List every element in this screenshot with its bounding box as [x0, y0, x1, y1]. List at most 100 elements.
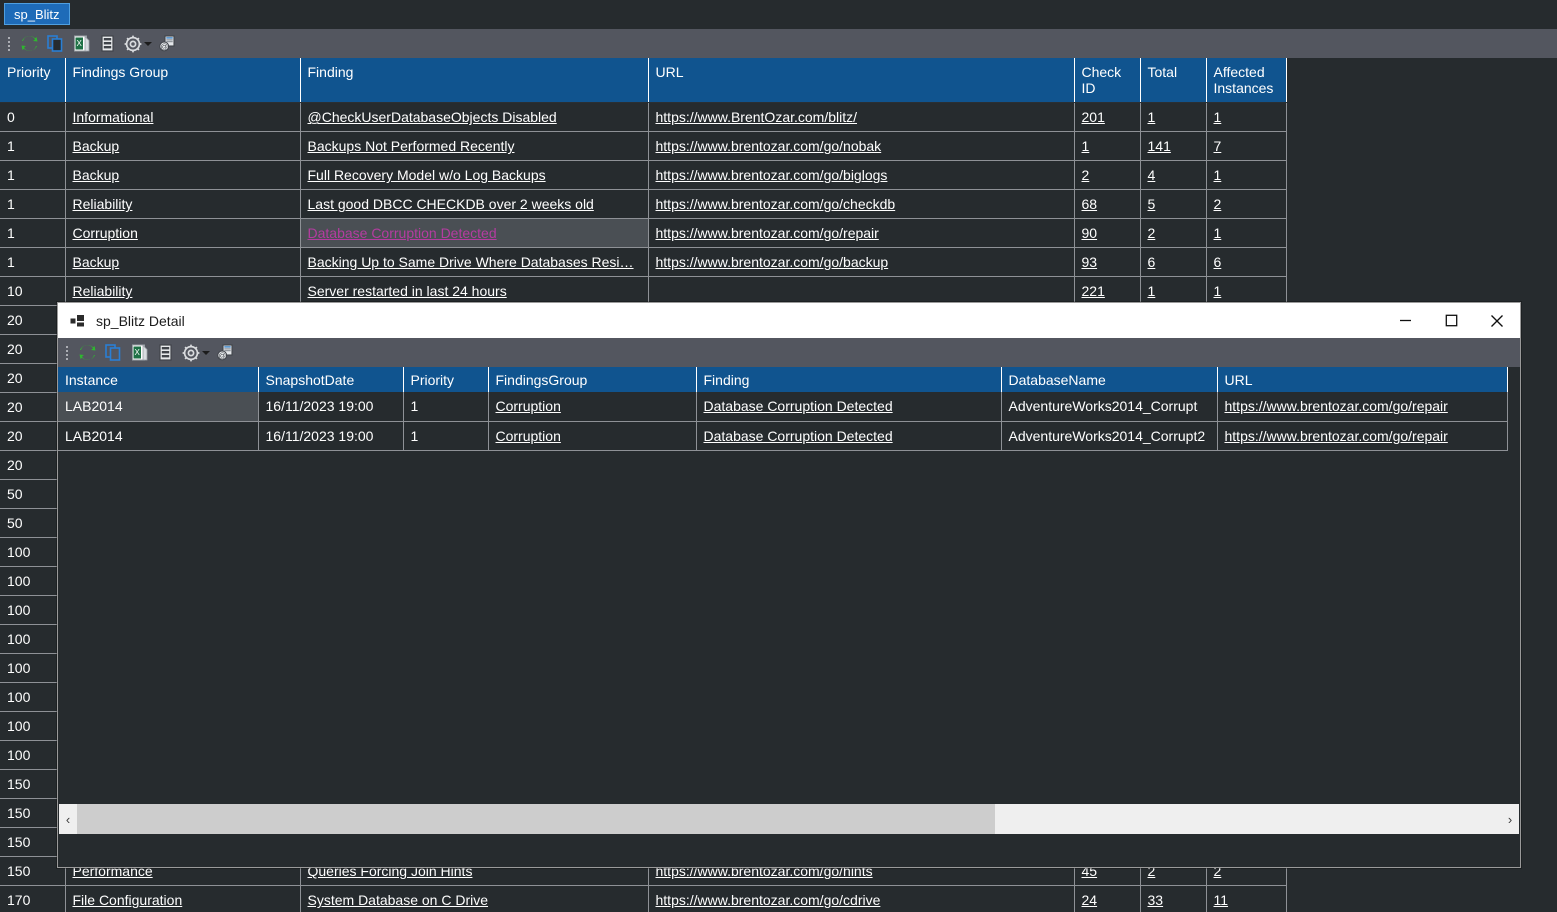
table-row[interactable]: 1 Backup Full Recovery Model w/o Log Backu… [0, 161, 1286, 190]
cell-url[interactable]: https://www.brentozar.com/go/nobak [648, 132, 1074, 161]
cell-priority[interactable]: 100 [0, 683, 65, 712]
cell-affected-instances[interactable]: 1 [1206, 103, 1286, 132]
detail-cell-finding-link[interactable]: Database Corruption Detected [704, 428, 893, 444]
cell-priority[interactable]: 20 [0, 364, 65, 393]
cell-check-id[interactable]: 2 [1074, 161, 1140, 190]
cell-priority[interactable]: 20 [0, 306, 65, 335]
detail-table-row[interactable]: LAB201416/11/2023 19:001CorruptionDataba… [58, 421, 1507, 450]
detail-cell-url-link[interactable]: https://www.brentozar.com/go/repair [1225, 398, 1448, 414]
cell-total-link[interactable]: 6 [1148, 254, 1156, 270]
cell-findings-group[interactable]: Reliability [65, 190, 300, 219]
detail-cell-finding[interactable]: Database Corruption Detected [696, 421, 1001, 450]
cell-findings-group-link[interactable]: Reliability [73, 196, 133, 212]
tab-sp-blitz[interactable]: sp_Blitz [4, 3, 70, 25]
cell-findings-group-link[interactable]: Informational [73, 109, 154, 125]
detail-cell-findings-group[interactable]: Corruption [488, 392, 696, 421]
cell-finding[interactable]: Backing Up to Same Drive Where Databases… [300, 248, 648, 277]
dialog-settings-gear-icon[interactable] [178, 341, 204, 365]
detail-column-header-instance[interactable]: Instance [58, 367, 258, 392]
cell-check-id-link[interactable]: 90 [1082, 225, 1098, 241]
cell-priority[interactable]: 50 [0, 480, 65, 509]
cell-total-link[interactable]: 4 [1148, 167, 1156, 183]
detail-cell-url[interactable]: https://www.brentozar.com/go/repair [1217, 421, 1507, 450]
dialog-email-report-icon[interactable]: @ [212, 341, 238, 365]
cell-url[interactable]: https://www.BrentOzar.com/blitz/ [648, 103, 1074, 132]
cell-url-link[interactable]: https://www.brentozar.com/go/nobak [656, 138, 882, 154]
cell-total[interactable]: 1 [1140, 103, 1206, 132]
cell-finding-link[interactable]: @CheckUserDatabaseObjects Disabled [308, 109, 557, 125]
cell-priority[interactable]: 150 [0, 770, 65, 799]
export-excel-icon[interactable]: X [68, 32, 94, 56]
cell-affected-instances-link[interactable]: 1 [1214, 109, 1222, 125]
cell-priority[interactable]: 0 [0, 103, 65, 132]
minimize-button[interactable] [1382, 303, 1428, 338]
cell-finding[interactable]: Full Recovery Model w/o Log Backups [300, 161, 648, 190]
horizontal-scrollbar[interactable]: ‹ › [59, 804, 1519, 834]
cell-priority[interactable]: 20 [0, 393, 65, 422]
sp-blitz-detail-dialog[interactable]: sp_Blitz Detail [57, 302, 1521, 868]
cell-priority[interactable]: 100 [0, 712, 65, 741]
detail-cell-instance[interactable]: LAB2014 [58, 392, 258, 421]
cell-url-link[interactable]: https://www.brentozar.com/go/checkdb [656, 196, 896, 212]
settings-gear-icon[interactable] [120, 32, 146, 56]
cell-total-link[interactable]: 1 [1148, 283, 1156, 299]
cell-findings-group[interactable]: Corruption [65, 219, 300, 248]
cell-affected-instances-link[interactable]: 6 [1214, 254, 1222, 270]
detail-cell-url[interactable]: https://www.brentozar.com/go/repair [1217, 392, 1507, 421]
table-row[interactable]: 170File ConfigurationSystem Database on … [0, 886, 1286, 912]
cell-total[interactable]: 141 [1140, 132, 1206, 161]
detail-cell-findings-group-link[interactable]: Corruption [496, 428, 561, 444]
cell-affected-instances-link[interactable]: 2 [1214, 196, 1222, 212]
cell-check-id[interactable]: 68 [1074, 190, 1140, 219]
cell-findings-group-link[interactable]: Backup [73, 138, 120, 154]
cell-url-link[interactable]: https://www.brentozar.com/go/repair [656, 225, 879, 241]
cell-priority[interactable]: 10 [0, 277, 65, 306]
detail-column-header-url[interactable]: URL [1217, 367, 1507, 392]
cell-total[interactable]: 2 [1140, 219, 1206, 248]
cell-affected-instances-link[interactable]: 11 [1214, 892, 1229, 908]
cell-affected-instances[interactable]: 7 [1206, 132, 1286, 161]
cell-check-id[interactable]: 24 [1074, 886, 1140, 912]
cell-findings-group[interactable]: Informational [65, 103, 300, 132]
cell-url[interactable]: https://www.brentozar.com/go/cdrive [648, 886, 1074, 912]
table-row[interactable]: 1 Backup Backups Not Performed Recently htt… [0, 132, 1286, 161]
scrollbar-track[interactable] [77, 804, 1501, 834]
cell-priority[interactable]: 150 [0, 828, 65, 857]
detail-cell-findings-group-link[interactable]: Corruption [496, 398, 561, 414]
cell-url-link[interactable]: https://www.brentozar.com/go/cdrive [656, 892, 881, 908]
cell-check-id[interactable]: 1 [1074, 132, 1140, 161]
cell-finding-link[interactable]: System Database on C Drive [308, 892, 489, 908]
cell-priority[interactable]: 170 [0, 886, 65, 912]
cell-check-id[interactable]: 93 [1074, 248, 1140, 277]
toolbar-drag-grip[interactable] [4, 35, 13, 53]
cell-check-id[interactable]: 90 [1074, 219, 1140, 248]
cell-total-link[interactable]: 1 [1148, 109, 1156, 125]
cell-priority[interactable]: 1 [0, 248, 65, 277]
cell-check-id-link[interactable]: 201 [1082, 109, 1105, 125]
cell-finding-link[interactable]: Backups Not Performed Recently [308, 138, 515, 154]
detail-table-row[interactable]: LAB201416/11/2023 19:001CorruptionDataba… [58, 392, 1507, 421]
cell-affected-instances-link[interactable]: 7 [1214, 138, 1222, 154]
columns-icon[interactable] [94, 32, 120, 56]
detail-cell-findings-group[interactable]: Corruption [488, 421, 696, 450]
detail-cell-snapshot[interactable]: 16/11/2023 19:00 [258, 421, 403, 450]
cell-total-link[interactable]: 33 [1148, 892, 1164, 908]
cell-priority[interactable]: 100 [0, 741, 65, 770]
cell-findings-group-link[interactable]: Backup [73, 167, 120, 183]
detail-grid[interactable]: Instance SnapshotDate Priority FindingsG… [58, 367, 1520, 835]
dialog-title-bar[interactable]: sp_Blitz Detail [58, 303, 1520, 338]
table-row[interactable]: 0 Informational @CheckUserDatabaseObjects … [0, 103, 1286, 132]
cell-finding[interactable]: Last good DBCC CHECKDB over 2 weeks old [300, 190, 648, 219]
cell-priority[interactable]: 1 [0, 190, 65, 219]
cell-affected-instances[interactable]: 1 [1206, 161, 1286, 190]
cell-priority[interactable]: 20 [0, 335, 65, 364]
cell-total[interactable]: 6 [1140, 248, 1206, 277]
column-header-finding[interactable]: Finding [300, 58, 648, 103]
cell-affected-instances[interactable]: 11 [1206, 886, 1286, 912]
detail-cell-url-link[interactable]: https://www.brentozar.com/go/repair [1225, 428, 1448, 444]
cell-priority[interactable]: 100 [0, 538, 65, 567]
detail-cell-snapshot[interactable]: 16/11/2023 19:00 [258, 392, 403, 421]
close-button[interactable] [1474, 303, 1520, 338]
cell-url[interactable]: https://www.brentozar.com/go/checkdb [648, 190, 1074, 219]
cell-check-id-link[interactable]: 24 [1082, 892, 1098, 908]
